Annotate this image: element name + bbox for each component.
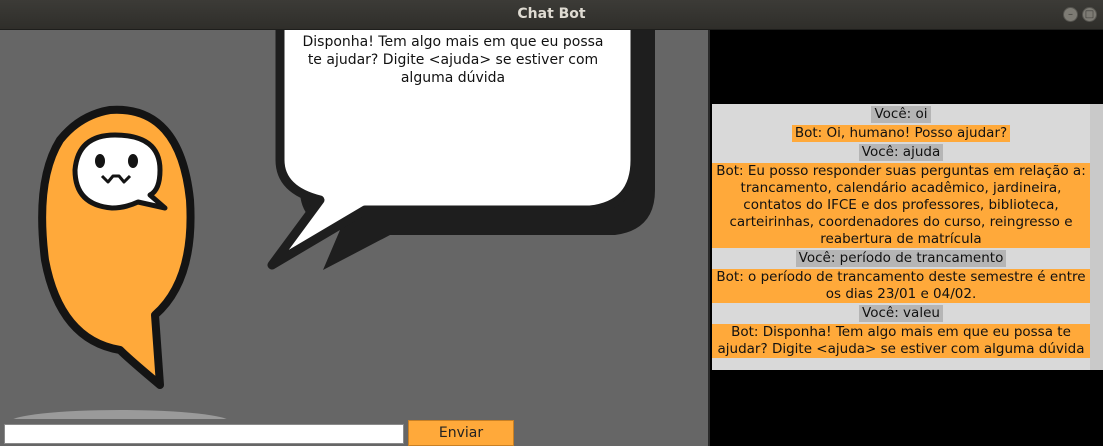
user-message: Você: ajuda <box>858 144 944 161</box>
bot-scene <box>0 30 708 422</box>
bot-message: Bot: Disponha! Tem algo mais em que eu p… <box>712 324 1090 358</box>
mascot-right-eye <box>128 154 138 168</box>
title-bar: Chat Bot – □ <box>0 0 1103 30</box>
mascot-face <box>72 132 168 211</box>
mascot-left-eye <box>95 154 105 168</box>
speech-bubble-text: Disponha! Tem algo mais em que eu possa … <box>302 34 604 86</box>
maximize-button[interactable]: □ <box>1082 7 1097 22</box>
chat-log-scrollbar[interactable] <box>1090 104 1103 370</box>
send-button[interactable]: Enviar <box>408 420 514 446</box>
window-title: Chat Bot <box>517 6 586 22</box>
bot-message: Bot: Oi, humano! Posso ajudar? <box>791 125 1011 142</box>
bot-illustration <box>10 30 655 422</box>
minimize-button[interactable]: – <box>1063 7 1078 22</box>
message-input[interactable] <box>4 424 404 444</box>
panel-divider <box>708 30 710 446</box>
bot-message: Bot: Eu posso responder suas perguntas e… <box>712 163 1090 248</box>
user-message: Você: período de trancamento <box>795 250 1007 267</box>
bot-message: Bot: o período de trancamento deste seme… <box>712 269 1090 303</box>
chat-log[interactable]: Você: oi Bot: Oi, humano! Posso ajudar? Vo… <box>712 104 1090 370</box>
user-message: Você: oi <box>871 106 931 123</box>
user-message: Você: valeu <box>859 305 943 322</box>
